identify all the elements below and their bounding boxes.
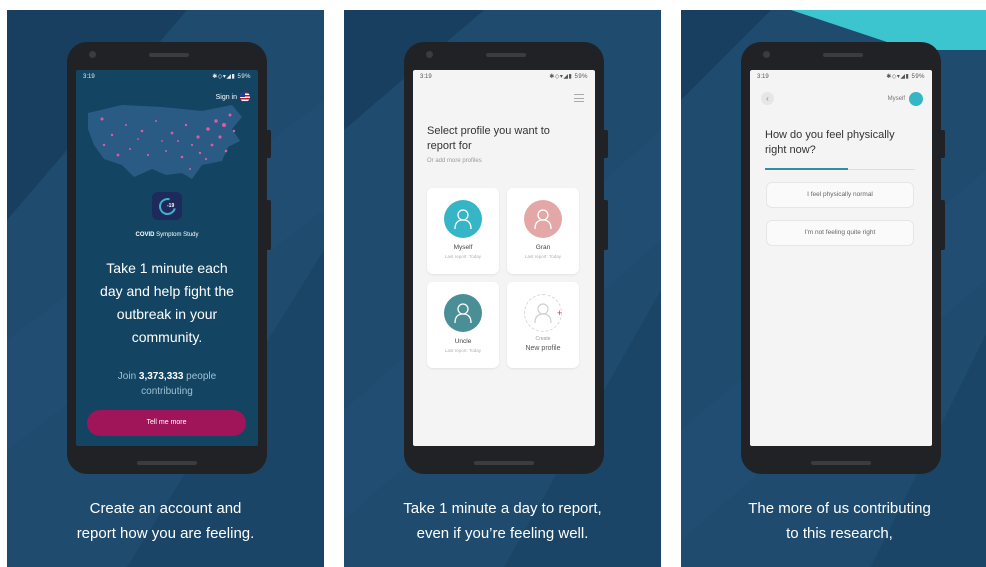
speaker-grill bbox=[486, 53, 526, 57]
panel-caption: Create an account and report how you are… bbox=[7, 496, 324, 546]
new-profile-label: New profile bbox=[525, 345, 561, 352]
status-bar: 3:19 ✱◇▾◢▮ 59% bbox=[413, 70, 595, 84]
caption-line: report how you are feeling. bbox=[76, 525, 255, 542]
add-profiles-hint: Or add more profiles bbox=[427, 158, 482, 164]
phone-frame: 3:19 ✱◇▾◢▮ 59% Select profile you want t… bbox=[404, 42, 604, 474]
camera-icon bbox=[89, 51, 96, 58]
contributor-count: Join 3,373,333 people contributing bbox=[76, 369, 258, 399]
join-prefix: Join bbox=[117, 371, 139, 382]
plus-icon: + bbox=[557, 308, 563, 318]
caption-line: The more of us contributing bbox=[748, 500, 931, 517]
profile-last-report: Last report: Today bbox=[445, 348, 481, 353]
headline-line: Take 1 minute each bbox=[106, 260, 228, 276]
phone-screen-welcome: 3:19 ✱◇▾◢▮ 59% Sign in -19 COVID Symptom… bbox=[76, 70, 258, 446]
status-bar: 3:19 ✱◇▾◢▮ 59% bbox=[76, 70, 258, 84]
tell-me-more-button[interactable]: Tell me more bbox=[87, 410, 246, 436]
caption-line: to this research, bbox=[786, 525, 893, 542]
caption-line: Take 1 minute a day to report, bbox=[403, 500, 602, 517]
speaker-grill bbox=[823, 53, 863, 57]
phone-chin bbox=[474, 461, 534, 465]
phone-frame: 3:19 ✱◇▾◢▮ 59% ‹ Myself How do you feel … bbox=[741, 42, 941, 474]
screenshot-panel-2: 3:19 ✱◇▾◢▮ 59% Select profile you want t… bbox=[344, 10, 661, 567]
phone-screen-select-profile: 3:19 ✱◇▾◢▮ 59% Select profile you want t… bbox=[413, 70, 595, 446]
create-label: Create bbox=[535, 336, 551, 342]
phone-side-button bbox=[604, 200, 608, 250]
phone-frame: 3:19 ✱◇▾◢▮ 59% Sign in -19 COVID Symptom… bbox=[67, 42, 267, 474]
phone-side-button bbox=[604, 130, 608, 158]
profile-last-report: Last report: Today bbox=[445, 254, 481, 259]
headline-line: outbreak in your bbox=[116, 306, 218, 322]
phone-side-button bbox=[267, 130, 271, 158]
avatar bbox=[444, 294, 482, 332]
phone-side-button bbox=[267, 200, 271, 250]
phone-chin bbox=[137, 461, 197, 465]
current-profile-indicator[interactable]: Myself bbox=[888, 92, 923, 106]
study-title: COVID Symptom Study bbox=[76, 232, 258, 238]
status-time: 3:19 bbox=[83, 74, 95, 80]
study-title-bold: COVID bbox=[135, 232, 155, 238]
screenshot-panel-1: 3:19 ✱◇▾◢▮ 59% Sign in -19 COVID Symptom… bbox=[7, 10, 324, 567]
profile-avatar-icon bbox=[909, 92, 923, 106]
status-icons: ✱◇▾◢▮ 59% bbox=[212, 74, 251, 80]
profile-card-myself[interactable]: Myself Last report: Today bbox=[427, 188, 499, 274]
feel-question-heading: How do you feel physically right now? bbox=[765, 129, 895, 156]
profile-name: Gran bbox=[535, 244, 551, 251]
profile-card-uncle[interactable]: Uncle Last report: Today bbox=[427, 282, 499, 368]
profile-card-gran[interactable]: Gran Last report: Today bbox=[507, 188, 579, 274]
headline-line: community. bbox=[131, 329, 203, 345]
progress-bar bbox=[765, 168, 915, 170]
join-count: 3,373,333 bbox=[138, 371, 184, 382]
phone-screen-how-do-you-feel: 3:19 ✱◇▾◢▮ 59% ‹ Myself How do you feel … bbox=[750, 70, 932, 446]
usa-map-illustration bbox=[88, 105, 242, 179]
person-outline-icon bbox=[534, 303, 552, 324]
app-logo: -19 bbox=[152, 192, 182, 220]
current-profile-name: Myself bbox=[887, 96, 905, 102]
headline-line: day and help fight the bbox=[100, 283, 234, 299]
camera-icon bbox=[763, 51, 770, 58]
logo-text: -19 bbox=[167, 203, 175, 209]
profile-name: Uncle bbox=[454, 338, 472, 345]
option-feel-normal-button[interactable]: I feel physically normal bbox=[766, 182, 914, 208]
profile-last-report: Last report: Today bbox=[525, 254, 561, 259]
status-time: 3:19 bbox=[420, 74, 432, 80]
profile-name: Myself bbox=[453, 244, 473, 251]
create-new-profile-card[interactable]: + Create New profile bbox=[507, 282, 579, 368]
option-not-feeling-right-button[interactable]: I'm not feeling quite right bbox=[766, 220, 914, 246]
camera-icon bbox=[426, 51, 433, 58]
status-icons: ✱◇▾◢▮ 59% bbox=[549, 74, 588, 80]
welcome-headline: Take 1 minute each day and help fight th… bbox=[86, 257, 248, 349]
join-suffix: people bbox=[183, 371, 217, 382]
study-title-rest: Symptom Study bbox=[154, 232, 199, 238]
panel-caption: The more of us contributing to this rese… bbox=[681, 496, 986, 546]
phone-side-button bbox=[941, 200, 945, 250]
phone-side-button bbox=[941, 130, 945, 158]
speaker-grill bbox=[149, 53, 189, 57]
hamburger-menu-icon[interactable] bbox=[574, 94, 584, 102]
person-icon bbox=[534, 209, 552, 230]
progress-bar-fill bbox=[765, 168, 848, 170]
person-icon bbox=[454, 209, 472, 230]
back-button[interactable]: ‹ bbox=[761, 92, 774, 105]
status-bar: 3:19 ✱◇▾◢▮ 59% bbox=[750, 70, 932, 84]
phone-chin bbox=[811, 461, 871, 465]
select-profile-heading: Select profile you want to report for bbox=[427, 125, 550, 152]
avatar bbox=[444, 200, 482, 238]
person-icon bbox=[454, 303, 472, 324]
panel-caption: Take 1 minute a day to report, even if y… bbox=[344, 496, 661, 546]
caption-line: Create an account and bbox=[89, 500, 242, 517]
screenshot-panel-3: 3:19 ✱◇▾◢▮ 59% ‹ Myself How do you feel … bbox=[681, 10, 986, 567]
avatar bbox=[524, 200, 562, 238]
status-time: 3:19 bbox=[757, 74, 769, 80]
status-icons: ✱◇▾◢▮ 59% bbox=[886, 74, 925, 80]
caption-line: even if you’re feeling well. bbox=[416, 525, 589, 542]
join-line-2: contributing bbox=[141, 386, 193, 397]
